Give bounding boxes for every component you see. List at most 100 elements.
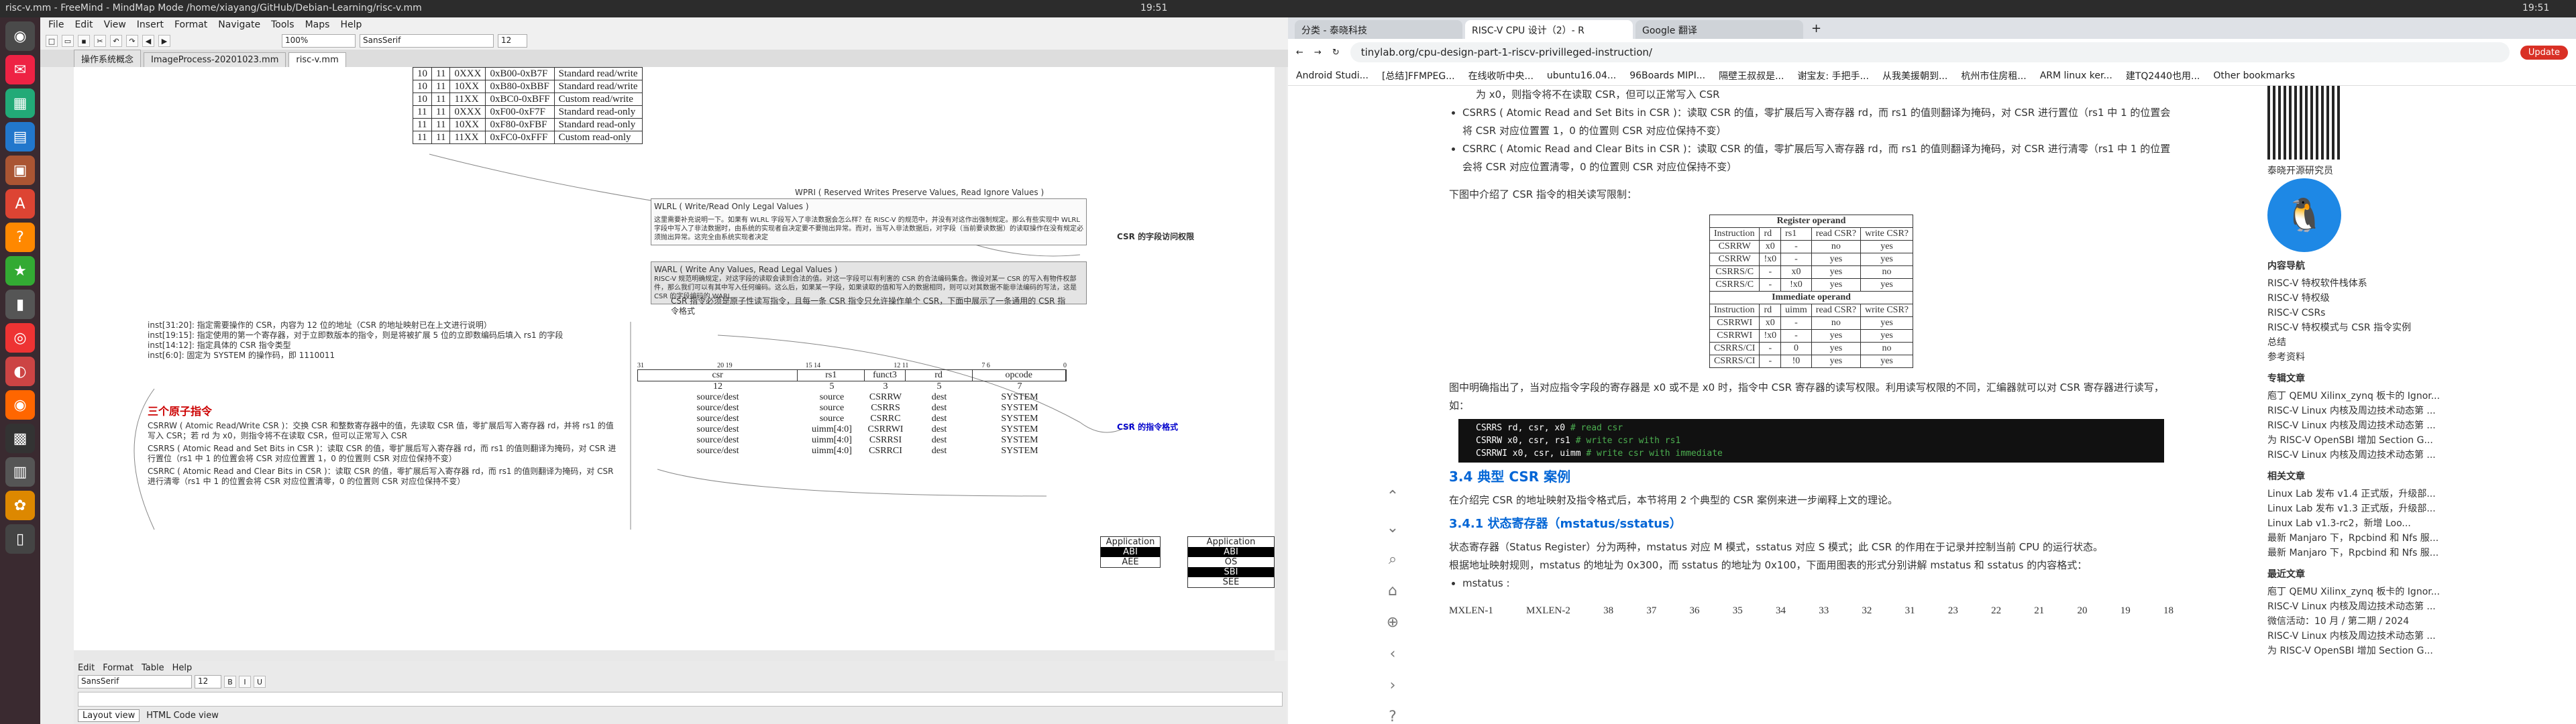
editor-menu-table[interactable]: Table [142, 663, 164, 673]
three-atomic-node[interactable]: CSRRW ( Atomic Read/Write CSR )：交换 CSR 和… [148, 421, 617, 487]
bookmark-item[interactable]: 隔壁王叔叔是... [1719, 69, 1784, 82]
horizontal-scrollbar[interactable] [74, 650, 1275, 661]
editor-menu-format[interactable]: Format [103, 663, 133, 673]
menu-file[interactable]: File [48, 19, 64, 30]
bookmark-item[interactable]: ARM linux ker... [2040, 70, 2112, 81]
code-icon[interactable]: ▩ [5, 424, 35, 453]
sidebar-link[interactable]: 总结 [2267, 335, 2563, 350]
new-tab-button[interactable]: + [1806, 18, 1827, 39]
sidebar-link[interactable]: Linux Lab v1.3-rc2，新增 Loo... [2267, 516, 2563, 531]
star-icon[interactable]: ★ [5, 256, 35, 286]
tab-tinylab-category[interactable]: 分类 - 泰晓科技 [1295, 20, 1462, 39]
bookmark-item[interactable]: 建TQ2440也用... [2126, 69, 2200, 82]
underline-icon[interactable]: U [254, 676, 266, 688]
doc-icon[interactable]: ▤ [5, 122, 35, 152]
tab-html-view[interactable]: HTML Code view [142, 710, 223, 721]
netease-icon[interactable]: ◐ [5, 357, 35, 386]
mindmap-canvas[interactable]: 10 11 0XXX 0xB00-0xB7F Standard read/write 10… [74, 67, 1275, 650]
sidebar-link[interactable]: RISC-V 特权级 [2267, 291, 2563, 306]
sidebar-link[interactable]: RISC-V Linux 内核及周边技术动态第 ... [2267, 418, 2563, 433]
sidebar-link[interactable]: 庖丁 QEMU Xilinx_zynq 板卡的 Ignor... [2267, 389, 2563, 404]
back-icon[interactable]: ◀ [142, 35, 154, 47]
update-button[interactable]: Update [2520, 45, 2568, 60]
bookmark-item[interactable]: 在线收听中央... [1468, 69, 1534, 82]
sidebar-link[interactable]: RISC-V Linux 内核及周边技术动态第 ... [2267, 599, 2563, 614]
csr-format-node[interactable]: 31 20 19 15 14 12 11 7 6 0 csr rs1 funct3 rd opco… [637, 362, 1067, 457]
tab-riscv-cpu[interactable]: RISC-V CPU 设计（2）- R [1465, 20, 1633, 39]
firefox2-icon[interactable]: ◉ [5, 390, 35, 420]
home-icon[interactable]: ⌂ [1388, 583, 1397, 599]
sidebar-link[interactable]: RISC-V CSRs [2267, 306, 2563, 320]
undo-icon[interactable]: ↶ [110, 35, 122, 47]
new-icon[interactable]: □ [46, 35, 58, 47]
sidebar-link[interactable]: RISC-V 特权软件栈体系 [2267, 276, 2563, 291]
menu-navigate[interactable]: Navigate [218, 19, 260, 30]
next-icon[interactable]: › [1390, 677, 1396, 694]
sheet-icon[interactable]: ▦ [5, 88, 35, 118]
sidebar-link[interactable]: 为 RISC-V OpenSBI 增加 Section G... [2267, 433, 2563, 448]
sidebar-link[interactable]: 庖丁 QEMU Xilinx_zynq 板卡的 Ignor... [2267, 585, 2563, 599]
menu-maps[interactable]: Maps [305, 19, 330, 30]
zoom-icon[interactable]: ⊕ [1387, 614, 1399, 631]
bold-icon[interactable]: B [224, 676, 236, 688]
bookmark-item[interactable]: Other bookmarks [2213, 70, 2295, 81]
menu-tools[interactable]: Tools [271, 19, 294, 30]
reload-icon[interactable]: ↻ [1332, 48, 1340, 58]
tab-google-translate[interactable]: Google 翻译 [1635, 20, 1803, 39]
prev-icon[interactable]: ‹ [1390, 646, 1396, 662]
question-icon[interactable]: ? [1389, 709, 1397, 724]
font-size-select[interactable]: 12 [498, 34, 527, 48]
tab-os[interactable]: 操作系统概念 [74, 50, 142, 67]
chrome-icon[interactable]: ◎ [5, 323, 35, 353]
editor-font-select[interactable]: SansSerif [78, 675, 192, 688]
editor-menu-edit[interactable]: Edit [78, 663, 95, 673]
present-icon[interactable]: ▣ [5, 156, 35, 185]
menu-insert[interactable]: Insert [137, 19, 164, 30]
cut-icon[interactable]: ✂ [94, 35, 106, 47]
sidebar-link[interactable]: RISC-V 特权模式与 CSR 指令实例 [2267, 320, 2563, 335]
sidebar-link[interactable]: 参考资料 [2267, 350, 2563, 365]
sidebar-link[interactable]: 最新 Manjaro 下，Rpcbind 和 Nfs 服... [2267, 546, 2563, 560]
sidebar-link[interactable]: Linux Lab 发布 v1.3 正式版，升级部... [2267, 501, 2563, 516]
files-icon[interactable]: ▥ [5, 457, 35, 487]
butterfly-icon[interactable]: ✿ [5, 491, 35, 520]
bookmark-item[interactable]: 杭州市住房租... [1961, 69, 2026, 82]
menu-edit[interactable]: Edit [74, 19, 93, 30]
software-icon[interactable]: A [5, 189, 35, 219]
save-icon[interactable]: ▪ [78, 35, 90, 47]
sidebar-link[interactable]: 微信活动：10 月 / 第二期 / 2024 [2267, 614, 2563, 629]
sidebar-link[interactable]: RISC-V Linux 内核及周边技术动态第 ... [2267, 448, 2563, 463]
editor-menu-help[interactable]: Help [172, 663, 193, 673]
tab-riscv[interactable]: risc-v.mm [288, 52, 346, 67]
three-atomic-title[interactable]: 三个原子指令 [148, 402, 212, 418]
bookmark-item[interactable]: 从我美援朝到... [1882, 69, 1947, 82]
sidebar-link[interactable]: 最新 Manjaro 下，Rpcbind 和 Nfs 服... [2267, 531, 2563, 546]
sidebar-link[interactable]: Linux Lab 发布 v1.4 正式版，升级部... [2267, 487, 2563, 501]
zoom-select[interactable]: 100% [282, 34, 356, 48]
forward-icon[interactable]: ▶ [158, 35, 170, 47]
search-icon[interactable]: ⌕ [1389, 551, 1397, 568]
wlrl-node[interactable]: WLRL ( Write/Read Only Legal Values ) 这里… [651, 198, 1087, 245]
tab-layout-view[interactable]: Layout view [78, 709, 140, 722]
menu-help[interactable]: Help [340, 19, 362, 30]
csr-access-node[interactable]: CSR 的字段访问权限 [1117, 232, 1194, 242]
tab-imageprocess[interactable]: ImageProcess-20201023.mm [144, 52, 286, 67]
inst-notes-node[interactable]: inst[31:20]: 指定需要操作的 CSR，内容为 12 位的地址（CSR… [148, 320, 644, 361]
note-text-area[interactable] [78, 692, 1283, 707]
font-select[interactable]: SansSerif [360, 34, 494, 48]
firefox-icon[interactable]: ◉ [5, 21, 35, 51]
bookmark-item[interactable]: [总结]FFMPEG... [1382, 69, 1455, 82]
bookmark-item[interactable]: 96Boards MIPI... [1629, 70, 1705, 81]
down-icon[interactable]: ⌄ [1387, 520, 1399, 536]
forward-icon[interactable]: → [1314, 48, 1322, 58]
open-icon[interactable]: ▭ [62, 35, 74, 47]
csr-intro-node[interactable]: CSR 指令必须是原子性读写指令，且每一条 CSR 指令只允许操作单个 CSR，… [671, 296, 1073, 316]
editor-size-select[interactable]: 12 [195, 675, 221, 688]
bookmark-item[interactable]: 谢宝友: 手把手... [1797, 69, 1869, 82]
up-icon[interactable]: ⌃ [1387, 488, 1399, 505]
italic-icon[interactable]: I [239, 676, 251, 688]
sidebar-link[interactable]: 为 RISC-V OpenSBI 增加 Section G... [2267, 644, 2563, 658]
bookmark-item[interactable]: ubuntu16.04... [1547, 70, 1616, 81]
back-icon[interactable]: ← [1296, 48, 1303, 58]
vertical-scrollbar[interactable] [1275, 67, 1287, 650]
